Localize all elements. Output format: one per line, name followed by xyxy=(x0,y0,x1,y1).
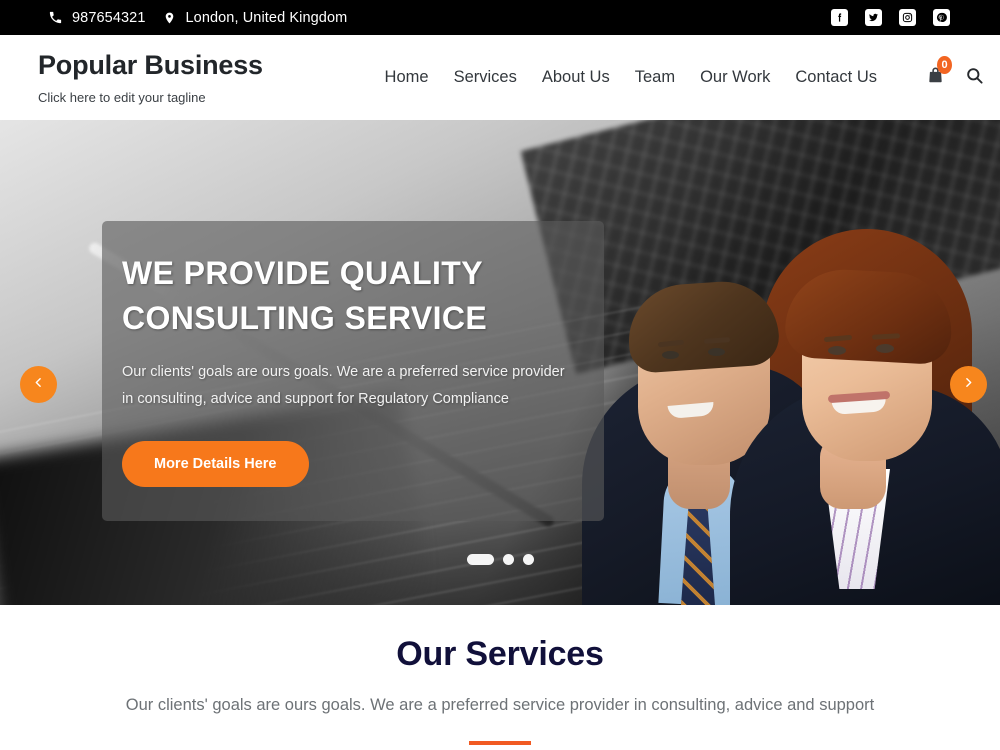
search-icon xyxy=(965,66,984,90)
man-eye-right xyxy=(708,348,725,356)
phone-number: 987654321 xyxy=(72,9,146,26)
pinterest-icon[interactable] xyxy=(933,9,950,26)
header-tools: 0 xyxy=(926,56,984,90)
nav-item-our-work[interactable]: Our Work xyxy=(700,68,770,87)
man-eye-left xyxy=(662,351,679,359)
hero-cta-button[interactable]: More Details Here xyxy=(122,440,309,487)
map-pin-icon xyxy=(163,10,176,26)
services-title: Our Services xyxy=(396,635,604,673)
site-title: Popular Business xyxy=(38,49,263,80)
cart-button[interactable]: 0 xyxy=(926,56,952,90)
location-text: London, United Kingdom xyxy=(185,9,348,26)
slider-prev-button[interactable] xyxy=(20,366,57,403)
phone-item[interactable]: 987654321 xyxy=(48,10,145,26)
hero-people-photo xyxy=(580,145,1000,605)
hero-description: Our clients' goals are ours goals. We ar… xyxy=(122,363,565,407)
chevron-left-icon xyxy=(32,376,45,394)
slider-dot-2[interactable] xyxy=(502,554,514,565)
man-hair xyxy=(625,277,781,375)
nav-item-services[interactable]: Services xyxy=(454,68,517,87)
services-section: Our Services Our clients' goals are ours… xyxy=(0,605,1000,745)
top-bar: 987654321 London, United Kingdom xyxy=(0,0,1000,35)
social-links xyxy=(831,9,984,26)
hero-title-line-2: CONSULTING SERVICE xyxy=(122,300,488,337)
slider-pagination xyxy=(0,554,1000,565)
site-tagline[interactable]: Click here to edit your tagline xyxy=(38,90,263,105)
hero-slider: WE PROVIDE QUALITY CONSULTING SERVICE Ou… xyxy=(0,120,1000,605)
facebook-icon[interactable] xyxy=(831,9,848,26)
hero-title-line-1: WE PROVIDE QUALITY xyxy=(122,255,483,291)
slider-dot-3[interactable] xyxy=(522,554,534,565)
twitter-icon[interactable] xyxy=(865,9,882,26)
services-subtitle: Our clients' goals are ours goals. We ar… xyxy=(125,696,875,714)
chevron-right-icon xyxy=(962,376,975,394)
cart-count-badge: 0 xyxy=(937,56,952,74)
nav-item-contact-us[interactable]: Contact Us xyxy=(795,68,877,87)
top-bar-contact-group: 987654321 London, United Kingdom xyxy=(48,10,347,26)
services-divider xyxy=(469,741,531,745)
location-item[interactable]: London, United Kingdom xyxy=(163,10,347,26)
brand[interactable]: Popular Business Click here to edit your… xyxy=(38,50,263,105)
nav-item-about-us[interactable]: About Us xyxy=(542,68,610,87)
woman-eye-left xyxy=(828,346,846,355)
nav-item-home[interactable]: Home xyxy=(385,68,429,87)
site-header: Popular Business Click here to edit your… xyxy=(0,35,1000,120)
nav-item-team[interactable]: Team xyxy=(635,68,675,87)
slider-dot-1[interactable] xyxy=(466,554,494,565)
instagram-icon[interactable] xyxy=(899,9,916,26)
search-button[interactable] xyxy=(965,66,984,90)
main-navigation: Home Services About Us Team Our Work Con… xyxy=(385,56,984,90)
woman-eye-right xyxy=(876,344,894,353)
phone-icon xyxy=(48,10,63,25)
slider-next-button[interactable] xyxy=(950,366,987,403)
hero-caption-panel: WE PROVIDE QUALITY CONSULTING SERVICE Ou… xyxy=(102,221,604,521)
